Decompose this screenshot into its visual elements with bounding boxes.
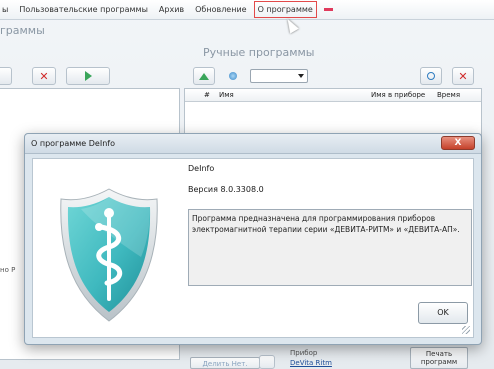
device-link[interactable]: DeVita Ritm	[290, 359, 332, 367]
app-logo	[57, 187, 161, 325]
app-name: DeInfo	[188, 164, 215, 173]
about-dialog: О программе DeInfo X DeInfo Версия 8.0.3…	[24, 133, 482, 345]
dialog-titlebar[interactable]: О программе DeInfo X	[25, 134, 481, 154]
print-button-line2: программ	[420, 358, 458, 366]
menu-item-user-programs[interactable]: Пользовательские программы	[19, 5, 148, 14]
resize-grip-icon[interactable]	[462, 326, 470, 334]
close-icon: X	[454, 138, 462, 148]
menu-item-about[interactable]: О программе	[253, 1, 317, 18]
arrow-up-icon	[199, 72, 209, 80]
arrow-right-icon	[84, 71, 92, 81]
column-number[interactable]: #	[204, 91, 210, 99]
menu-red-marker	[323, 8, 333, 11]
column-time[interactable]: Время	[437, 91, 460, 99]
description-text: Программа предназначена для программиров…	[188, 209, 472, 286]
search-icon	[427, 72, 435, 80]
left-delete-button[interactable]: ✕	[32, 67, 56, 85]
left-side-fragment: но Р	[0, 266, 16, 274]
blurred-button[interactable]: Делить Нет.	[190, 357, 260, 369]
close-x-icon: ✕	[458, 69, 468, 83]
left-add-button[interactable]	[66, 67, 110, 85]
column-name[interactable]: Имя	[219, 91, 234, 99]
dialog-title: О программе DeInfo	[31, 139, 115, 148]
left-toolbar-button-cut[interactable]	[0, 67, 12, 85]
right-panel-title: Ручные программы	[203, 46, 315, 59]
dialog-body: DeInfo Версия 8.0.3308.0 Программа предн…	[32, 158, 474, 338]
device-label: Прибор	[290, 349, 318, 357]
search-button[interactable]	[420, 67, 442, 85]
app-version: Версия 8.0.3308.0	[188, 185, 264, 194]
menu-item-programs-fragment[interactable]: ы	[2, 5, 8, 14]
close-x-icon: ✕	[39, 69, 49, 83]
dialog-close-button[interactable]: X	[441, 136, 475, 150]
left-panel-title: граммы	[0, 24, 45, 37]
column-device-name[interactable]: Имя в приборе	[371, 91, 425, 99]
menu-bar: ы Пользовательские программы Архив Обнов…	[0, 0, 494, 20]
print-programs-button[interactable]: Печать программ	[410, 347, 468, 369]
menu-item-archive[interactable]: Архив	[159, 5, 184, 14]
print-button-line1: Печать	[425, 350, 453, 358]
small-toolbar-button[interactable]	[259, 355, 275, 369]
settings-dot-icon	[229, 72, 237, 80]
move-up-button[interactable]	[193, 67, 215, 85]
menu-item-update[interactable]: Обновление	[195, 5, 246, 14]
program-filter-dropdown[interactable]	[250, 69, 308, 83]
shield-caduceus-icon	[60, 188, 158, 322]
table-header: # Имя Имя в приборе Время	[185, 89, 481, 102]
chevron-down-icon	[298, 74, 304, 78]
ok-button[interactable]: OK	[418, 302, 468, 324]
right-delete-button[interactable]: ✕	[452, 67, 474, 85]
